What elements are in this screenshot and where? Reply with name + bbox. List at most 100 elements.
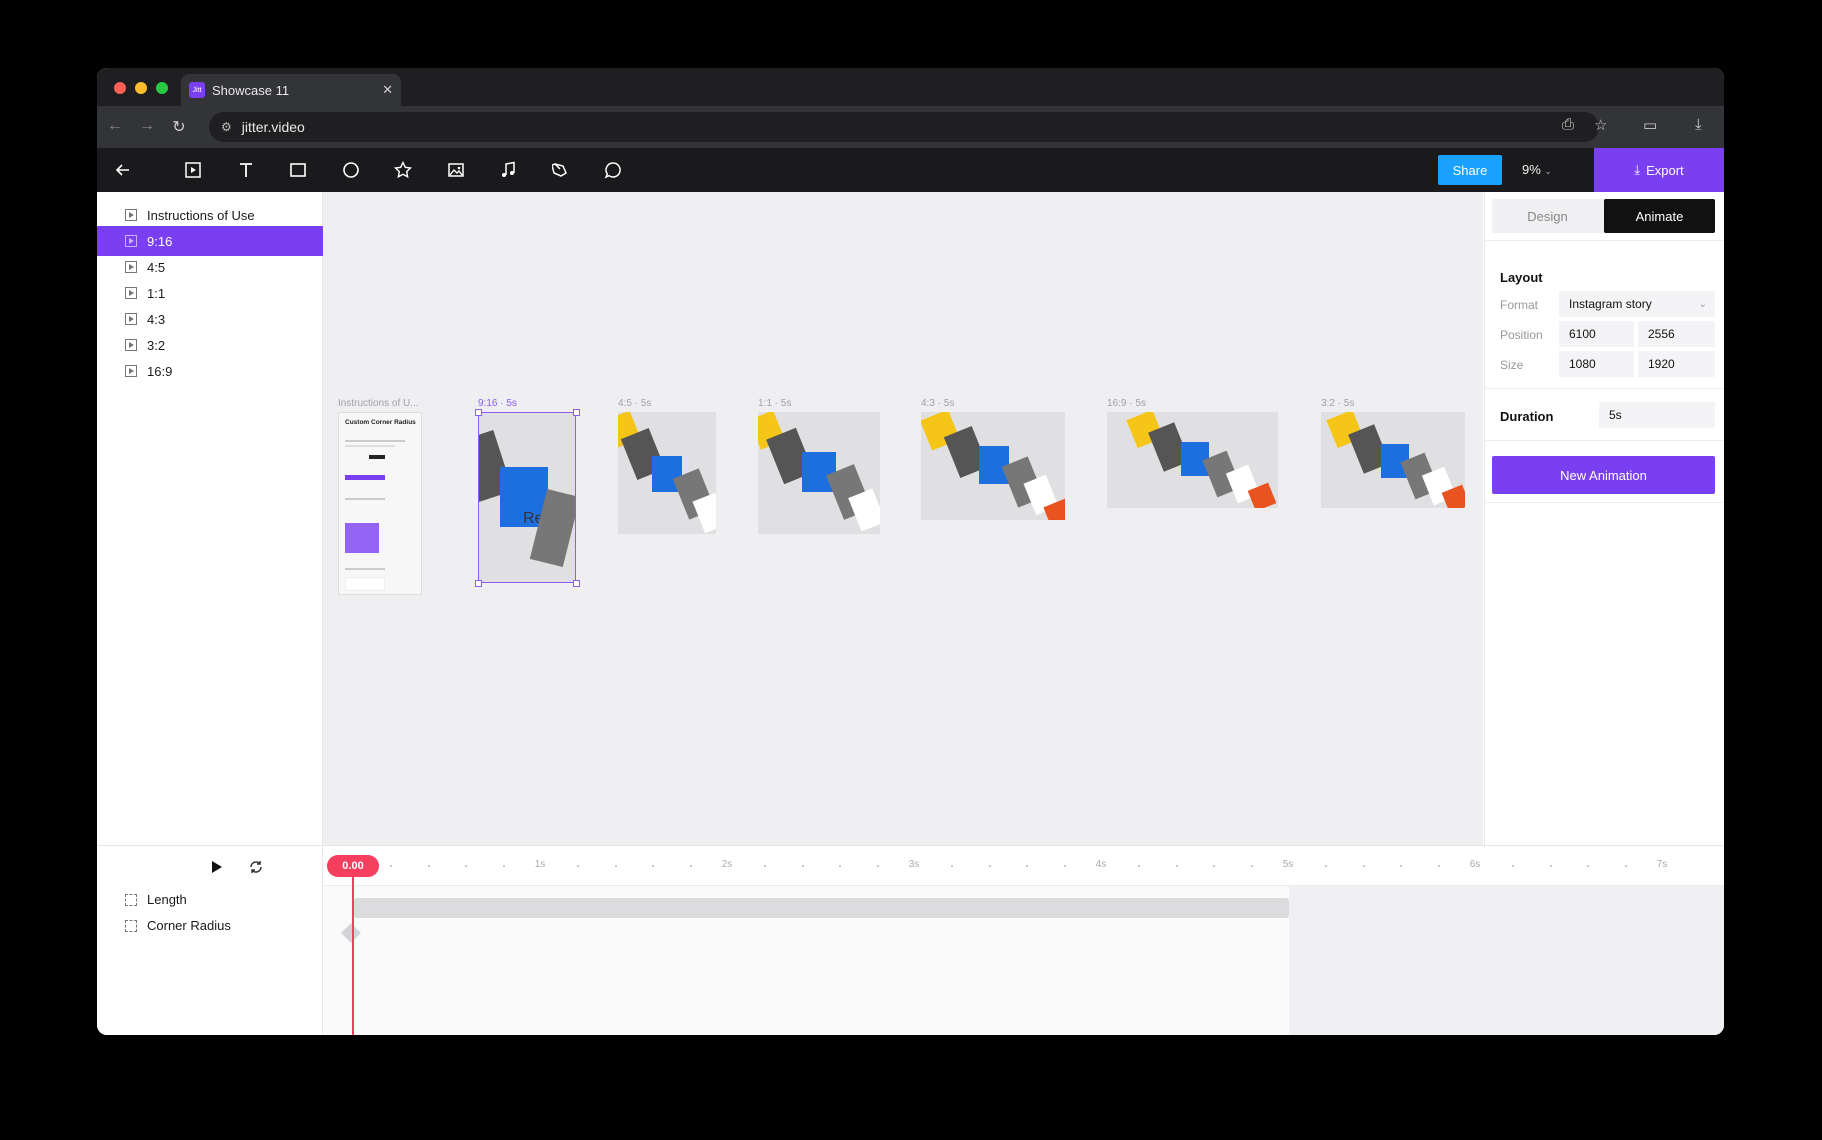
timeline-ruler[interactable]: 1s 2s 3s 4s 5s 6s 7s bbox=[324, 846, 1724, 886]
comment-icon[interactable] bbox=[601, 158, 625, 182]
ruler-tick bbox=[652, 865, 655, 867]
frame-label: 9:16 · 5s bbox=[478, 398, 517, 409]
resize-handle[interactable] bbox=[573, 409, 580, 416]
frame-label: 3:2 · 5s bbox=[1321, 398, 1355, 409]
share-button[interactable]: Share bbox=[1438, 155, 1502, 185]
bookmark-star-icon[interactable]: ☆ bbox=[1594, 116, 1607, 134]
frame-label: Instructions of U... bbox=[338, 398, 419, 409]
star-icon[interactable] bbox=[391, 158, 415, 182]
timeline-panel: Length Corner Radius 1s 2s 3s 4s 5s 6s 7s 0.00 bbox=[97, 845, 1724, 1035]
site-settings-icon[interactable]: ⚙ bbox=[221, 120, 232, 134]
music-icon[interactable] bbox=[496, 158, 520, 182]
browser-tab[interactable]: Jitt Showcase 11 ✕ bbox=[181, 74, 401, 106]
ruler-tick bbox=[614, 865, 617, 867]
resize-handle[interactable] bbox=[475, 580, 482, 587]
frame-label: 1:1 · 5s bbox=[758, 398, 792, 409]
ruler-tick bbox=[577, 865, 580, 867]
property-icon bbox=[125, 893, 137, 906]
export-icon: ⤓ bbox=[1634, 162, 1641, 177]
frame-duration: 5s bbox=[780, 398, 792, 409]
ruler-tick bbox=[1063, 865, 1066, 867]
zoom-dropdown[interactable]: 9% ⌄ bbox=[1522, 162, 1552, 177]
ellipse-icon[interactable] bbox=[339, 158, 363, 182]
layer-label: 16:9 bbox=[147, 363, 173, 379]
play-icon[interactable] bbox=[208, 859, 224, 875]
frame-1-1[interactable] bbox=[758, 412, 880, 534]
property-icon bbox=[125, 919, 137, 932]
ruler-tick bbox=[801, 865, 804, 867]
frame-4-3[interactable] bbox=[921, 412, 1065, 520]
playhead-line[interactable] bbox=[352, 877, 354, 1035]
export-button[interactable]: ⤓ Export bbox=[1594, 148, 1724, 192]
layer-label: 4:3 bbox=[147, 311, 166, 327]
position-y-input[interactable]: 2556 bbox=[1638, 321, 1715, 347]
ruler-tick bbox=[502, 865, 505, 867]
size-width-input[interactable]: 1080 bbox=[1559, 351, 1634, 377]
frame-name: 16:9 bbox=[1107, 398, 1127, 409]
frame-label: 16:9 · 5s bbox=[1107, 398, 1146, 409]
length-bar[interactable] bbox=[354, 898, 1289, 918]
new-animation-button[interactable]: New Animation bbox=[1492, 456, 1715, 494]
ruler-label: 2s bbox=[721, 859, 733, 870]
frame-instructions[interactable]: Custom Corner Radius bbox=[338, 412, 422, 595]
divider bbox=[1485, 240, 1724, 241]
frame-icon[interactable] bbox=[181, 158, 205, 182]
rectangle-icon[interactable] bbox=[286, 158, 310, 182]
download-icon[interactable]: ⤓ bbox=[1695, 116, 1702, 133]
design-canvas[interactable]: Instructions of U... Custom Corner Radiu… bbox=[323, 192, 1483, 845]
position-x-input[interactable]: 6100 bbox=[1559, 321, 1634, 347]
back-arrow-icon[interactable] bbox=[111, 158, 135, 182]
ruler-tick bbox=[876, 865, 879, 867]
back-icon[interactable]: ← bbox=[105, 117, 125, 135]
tab-animate[interactable]: Animate bbox=[1604, 199, 1715, 233]
frame-duration: 5s bbox=[506, 398, 517, 409]
frame-icon bbox=[125, 209, 137, 221]
ruler-tick bbox=[1587, 865, 1590, 867]
text-icon[interactable] bbox=[234, 158, 258, 182]
url-input[interactable]: ⚙ jitter.video bbox=[209, 112, 1599, 142]
forward-icon[interactable]: → bbox=[137, 117, 157, 135]
frame-name: 4:5 bbox=[618, 398, 632, 409]
layer-label: 9:16 bbox=[147, 233, 173, 249]
resize-handle[interactable] bbox=[475, 409, 482, 416]
frame-4-5[interactable] bbox=[618, 412, 716, 534]
ruler-label: 5s bbox=[1282, 859, 1294, 870]
format-value: Instagram story bbox=[1569, 297, 1652, 311]
size-height-input[interactable]: 1920 bbox=[1638, 351, 1715, 377]
timeline-area[interactable]: 1s 2s 3s 4s 5s 6s 7s 0.00 bbox=[324, 846, 1724, 1035]
duration-input[interactable]: 5s bbox=[1599, 402, 1715, 428]
track-length[interactable]: Length bbox=[125, 892, 187, 907]
ruler-tick bbox=[1512, 865, 1515, 867]
ruler-tick bbox=[427, 865, 430, 867]
image-icon[interactable] bbox=[444, 158, 468, 182]
tab-close-icon[interactable]: ✕ bbox=[382, 82, 393, 98]
loop-icon[interactable] bbox=[248, 859, 264, 875]
frame-16-9[interactable] bbox=[1107, 412, 1278, 508]
frame-icon bbox=[125, 261, 137, 273]
track-label: Length bbox=[147, 892, 187, 907]
track-label: Corner Radius bbox=[147, 918, 231, 933]
format-select[interactable]: Instagram story ⌄ bbox=[1559, 291, 1715, 317]
maximize-window-button[interactable] bbox=[156, 82, 168, 94]
close-window-button[interactable] bbox=[114, 82, 126, 94]
reading-mode-icon[interactable]: ▭ bbox=[1643, 116, 1657, 134]
reload-icon[interactable]: ↻ bbox=[169, 117, 189, 137]
tab-design[interactable]: Design bbox=[1492, 199, 1603, 233]
playhead-time[interactable]: 0.00 bbox=[327, 855, 379, 877]
frame-duration: 5s bbox=[640, 398, 652, 409]
ruler-label: 7s bbox=[1656, 859, 1668, 870]
instructions-title: Custom Corner Radius bbox=[345, 419, 416, 426]
ruler-tick bbox=[1175, 865, 1178, 867]
pen-icon[interactable] bbox=[549, 158, 573, 182]
keyframe-diamond[interactable] bbox=[341, 923, 361, 943]
install-app-icon[interactable]: ⎙ bbox=[1562, 116, 1574, 133]
minimize-window-button[interactable] bbox=[135, 82, 147, 94]
track-corner-radius[interactable]: Corner Radius bbox=[125, 918, 231, 933]
frame-name: 1:1 bbox=[758, 398, 772, 409]
ruler-tick bbox=[1362, 865, 1365, 867]
selection-outline bbox=[478, 412, 576, 583]
resize-handle[interactable] bbox=[573, 580, 580, 587]
frame-3-2[interactable] bbox=[1321, 412, 1465, 508]
layer-item-16-9[interactable]: 16:9 bbox=[97, 356, 323, 386]
frame-icon bbox=[125, 235, 137, 247]
